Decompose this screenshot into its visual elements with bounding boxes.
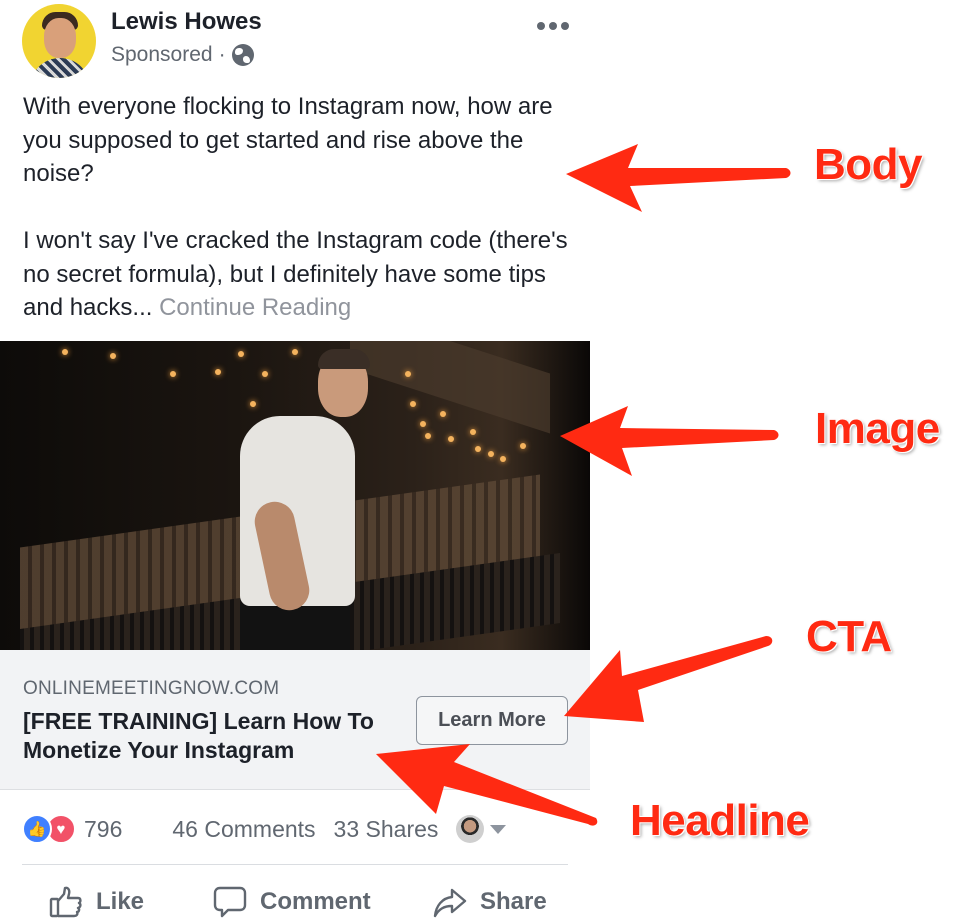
post-meta: Sponsored · [111, 43, 254, 67]
image-light [475, 446, 481, 452]
annotation-body: Body [814, 140, 923, 189]
image-light [250, 401, 256, 407]
avatar-face [44, 18, 76, 58]
body-paragraph: I won't say I've cracked the Instagram c… [23, 224, 583, 325]
author-avatar[interactable] [22, 4, 96, 78]
avatar-shirt [30, 58, 90, 78]
share-label: Share [480, 888, 547, 915]
meta-separator: · [218, 43, 226, 66]
share-arrow-icon [433, 888, 467, 918]
cta-arrow [564, 636, 773, 722]
image-light [410, 401, 416, 407]
learn-more-button[interactable]: Learn More [416, 696, 568, 745]
more-options-icon[interactable] [537, 22, 569, 30]
thumbs-up-icon [49, 886, 82, 918]
image-beam [350, 341, 550, 434]
headline-arrow [376, 744, 598, 826]
ad-image[interactable] [0, 341, 590, 650]
image-light [110, 353, 116, 359]
image-light [470, 429, 476, 435]
post-actions: Like Comment Share [0, 880, 590, 924]
comment-bubble-icon [213, 886, 247, 918]
image-light [215, 369, 221, 375]
like-reaction-icon[interactable]: 👍 [22, 814, 52, 844]
reaction-count[interactable]: 796 [84, 816, 122, 843]
comment-label: Comment [260, 888, 371, 915]
like-label: Like [96, 888, 145, 915]
image-light [238, 351, 244, 357]
body-paragraph: With everyone flocking to Instagram now,… [23, 93, 553, 187]
sponsored-label: Sponsored [111, 43, 213, 66]
image-light [292, 349, 298, 355]
body-arrow [566, 144, 791, 212]
image-light [448, 436, 454, 442]
author-name[interactable]: Lewis Howes [111, 8, 262, 36]
share-button[interactable]: Share [432, 880, 547, 924]
image-light [425, 433, 431, 439]
like-button[interactable]: Like [48, 880, 144, 924]
image-light [488, 451, 494, 457]
image-person-legs [240, 603, 350, 650]
image-light [262, 371, 268, 377]
image-light [420, 421, 426, 427]
image-light [170, 371, 176, 377]
post-body: With everyone flocking to Instagram now,… [23, 90, 583, 325]
link-domain: ONLINEMEETINGNOW.COM [23, 678, 280, 699]
comment-button[interactable]: Comment [212, 880, 371, 924]
image-arrow [560, 406, 779, 476]
image-light [440, 411, 446, 417]
globe-icon [231, 44, 254, 66]
image-light [520, 443, 526, 449]
annotation-headline: Headline [630, 796, 810, 845]
link-headline[interactable]: [FREE TRAINING] Learn How To Monetize Yo… [23, 707, 403, 765]
divider [22, 864, 568, 865]
annotation-image: Image [815, 404, 940, 453]
image-person-hair [318, 349, 370, 369]
annotation-cta: CTA [806, 612, 892, 661]
continue-reading-link[interactable]: Continue Reading [159, 294, 351, 321]
image-light [500, 456, 506, 462]
image-light [405, 371, 411, 377]
image-light [62, 349, 68, 355]
comments-count[interactable]: 46 Comments [172, 816, 315, 843]
